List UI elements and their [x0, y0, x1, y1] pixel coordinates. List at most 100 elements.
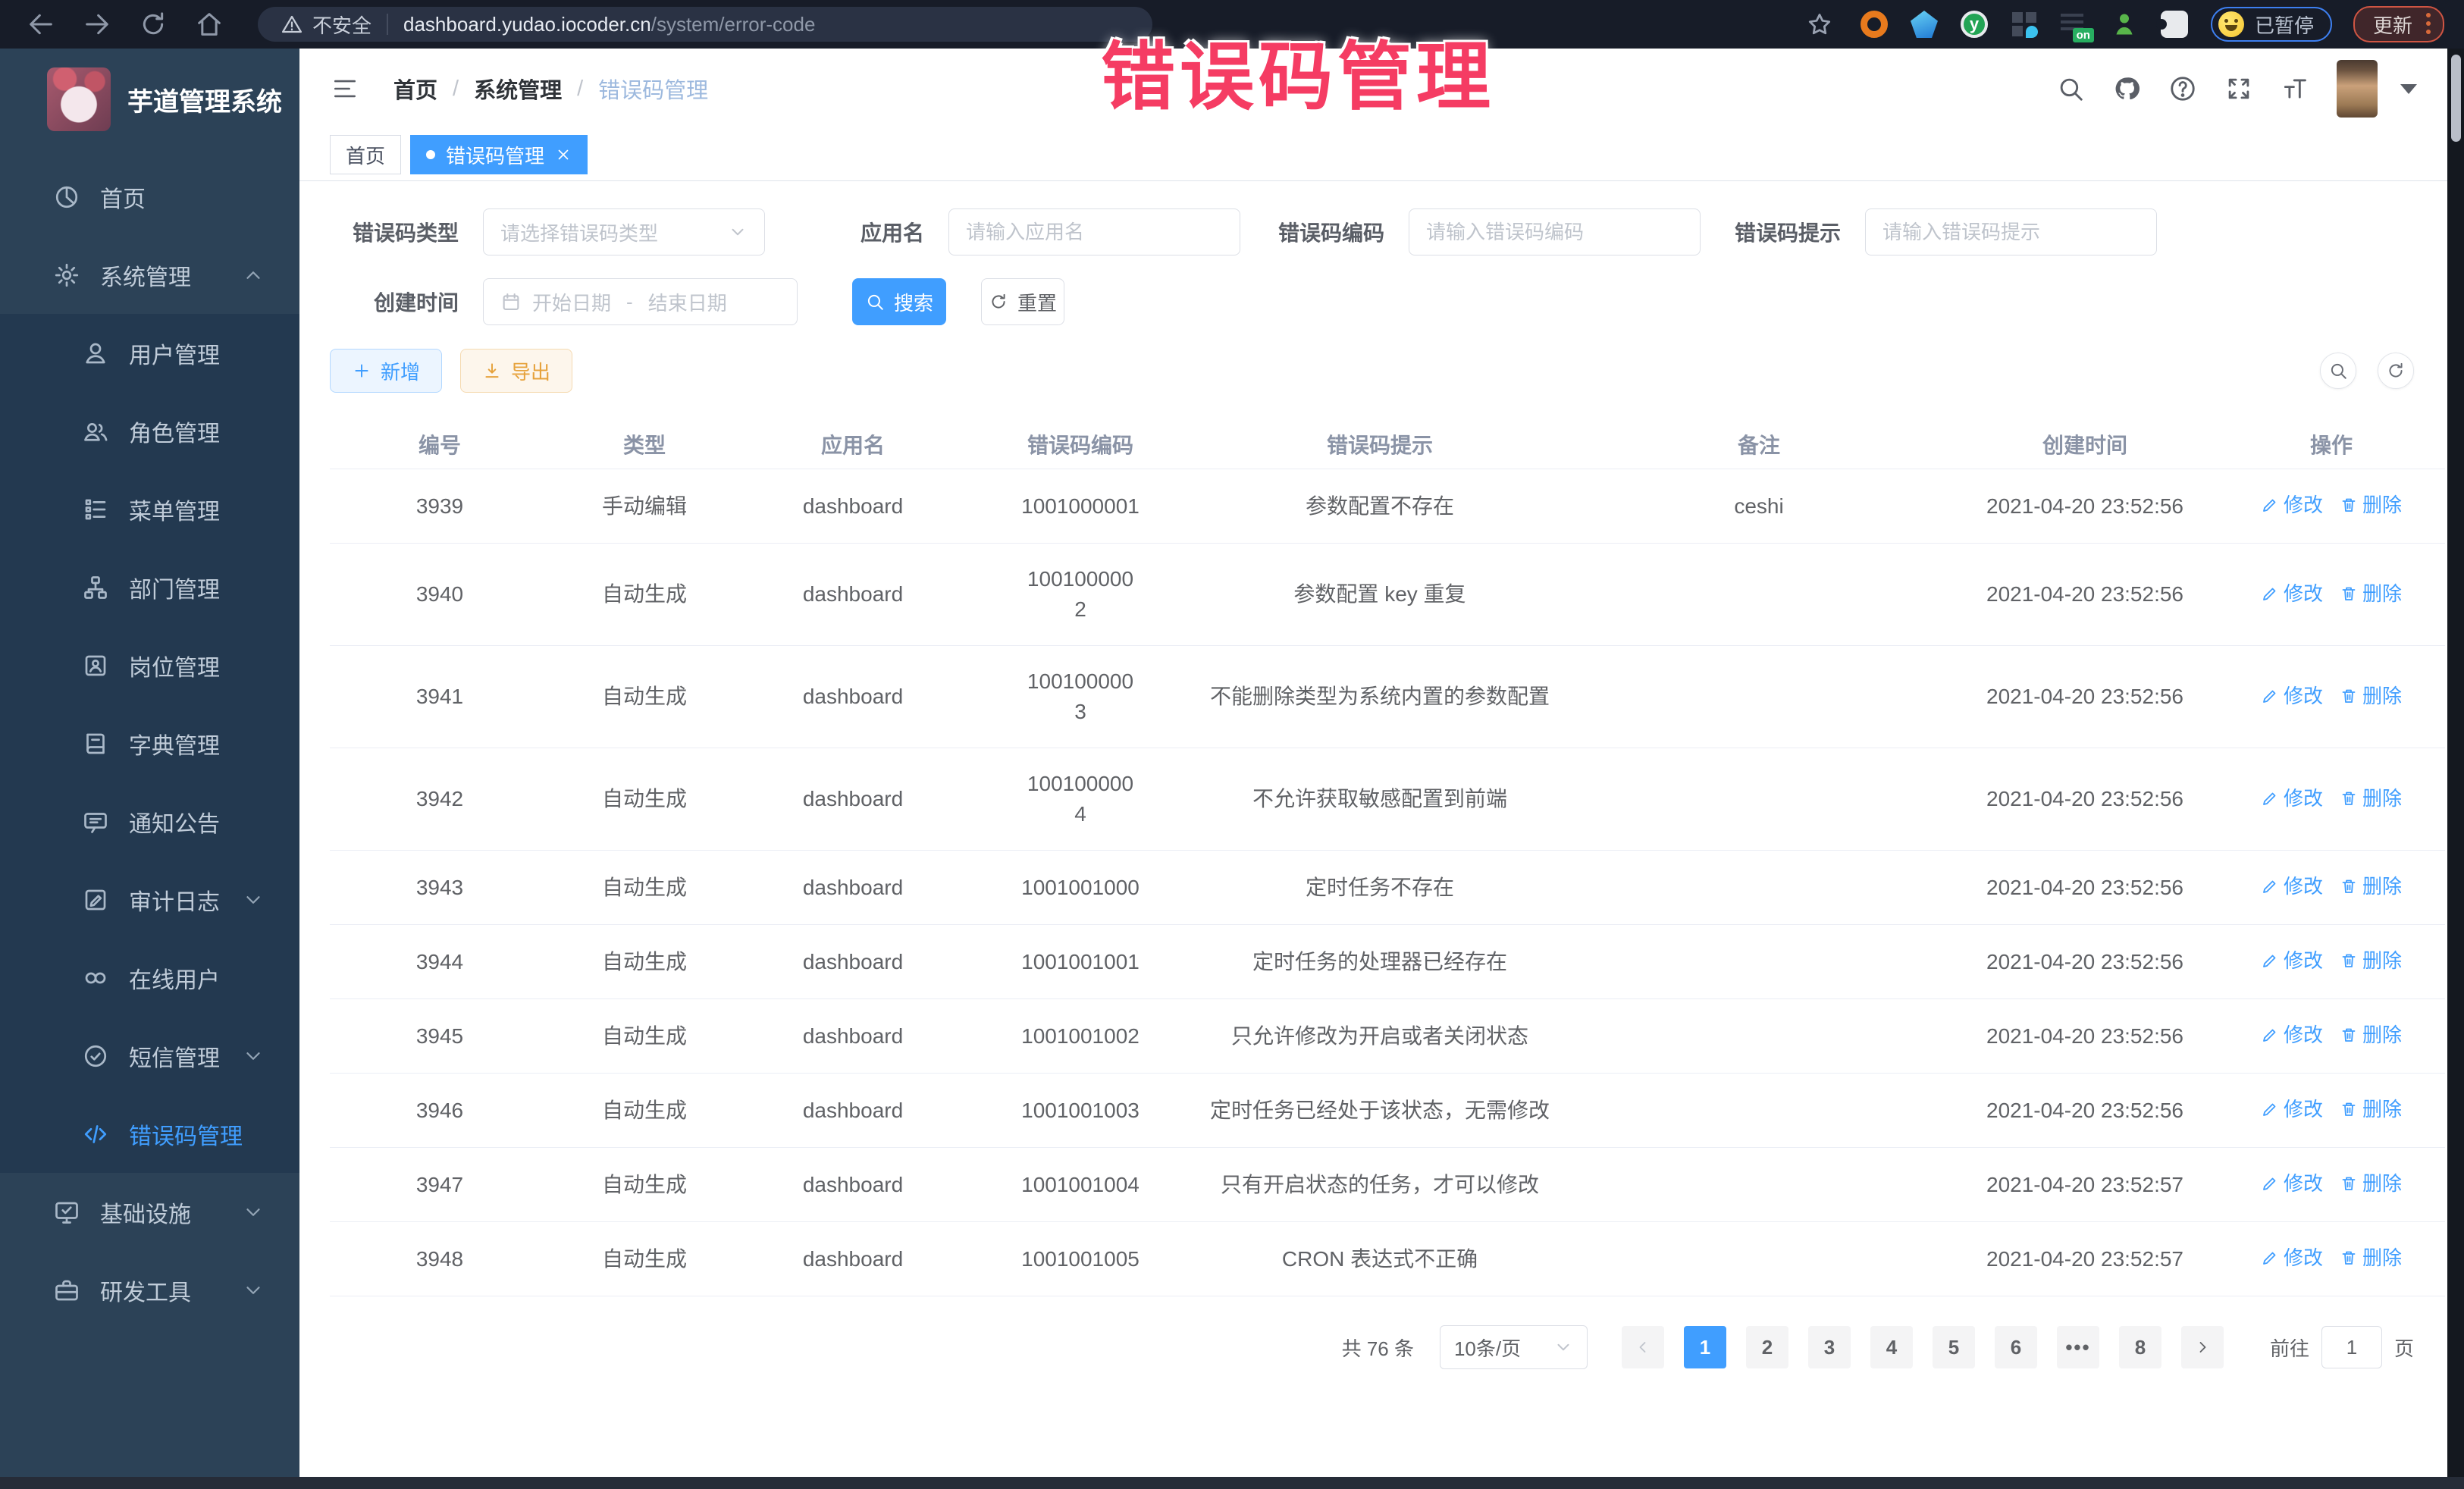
- extensions-puzzle-icon[interactable]: [2161, 11, 2188, 38]
- error-hint-input[interactable]: [1865, 208, 2157, 255]
- trash-icon: [2340, 585, 2358, 603]
- font-size-icon[interactable]: [2281, 74, 2309, 103]
- extension-blue-icon[interactable]: [1911, 11, 1938, 38]
- delete-link[interactable]: 删除: [2340, 945, 2402, 976]
- sidebar-item-code[interactable]: 错误码管理: [0, 1095, 299, 1173]
- prev-page-button[interactable]: [1622, 1326, 1664, 1368]
- fullscreen-icon[interactable]: [2224, 74, 2253, 103]
- sidebar-item-audit[interactable]: 审计日志: [0, 860, 299, 939]
- bookmark-star-icon[interactable]: [1806, 11, 1833, 38]
- edit-link[interactable]: 修改: [2261, 783, 2323, 813]
- edit-link[interactable]: 修改: [2261, 1243, 2323, 1273]
- sidebar-item-infra[interactable]: 基础设施: [0, 1173, 299, 1251]
- page-size-select[interactable]: 10条/页: [1440, 1325, 1588, 1369]
- kebab-menu-icon[interactable]: [2426, 13, 2431, 36]
- edit-link[interactable]: 修改: [2261, 1020, 2323, 1050]
- back-icon[interactable]: [26, 9, 56, 39]
- extension-orange-icon[interactable]: [1861, 11, 1888, 38]
- sidebar-item-dict[interactable]: 字典管理: [0, 704, 299, 782]
- sidebar-item-label: 研发工具: [100, 1274, 191, 1307]
- delete-link[interactable]: 删除: [2340, 681, 2402, 711]
- more-pages-button[interactable]: •••: [2057, 1326, 2099, 1368]
- extension-list-icon[interactable]: on: [2061, 11, 2088, 38]
- github-icon[interactable]: [2112, 74, 2141, 103]
- delete-link[interactable]: 删除: [2340, 1243, 2402, 1273]
- page-button-8[interactable]: 8: [2119, 1326, 2161, 1368]
- goto-page-input[interactable]: [2321, 1326, 2382, 1368]
- sidebar-item-dashboard[interactable]: 首页: [0, 158, 299, 236]
- breadcrumb-item[interactable]: 系统管理: [474, 73, 562, 105]
- sidebar-item-tools[interactable]: 研发工具: [0, 1251, 299, 1329]
- sidebar-item-sms[interactable]: 短信管理: [0, 1017, 299, 1095]
- hamburger-icon[interactable]: [330, 76, 360, 102]
- edit-link[interactable]: 修改: [2261, 578, 2323, 609]
- extension-green-y-icon[interactable]: [1961, 11, 1988, 38]
- reload-icon[interactable]: [138, 9, 168, 39]
- chevron-down-icon: [1553, 1337, 1573, 1357]
- reset-button[interactable]: 重置: [981, 278, 1064, 325]
- error-code-type-select[interactable]: 请选择错误码类型: [483, 208, 765, 255]
- edit-link[interactable]: 修改: [2261, 490, 2323, 520]
- browser-update-button[interactable]: 更新: [2353, 6, 2444, 42]
- page-button-1[interactable]: 1: [1684, 1326, 1726, 1368]
- page-button-5[interactable]: 5: [1933, 1326, 1975, 1368]
- trash-icon: [2340, 1100, 2358, 1118]
- sidebar-item-users[interactable]: 角色管理: [0, 392, 299, 470]
- edit-link[interactable]: 修改: [2261, 681, 2323, 711]
- toggle-search-button[interactable]: [2320, 353, 2356, 389]
- sidebar-item-notice[interactable]: 通知公告: [0, 782, 299, 860]
- sidebar-item-menu-tree[interactable]: 菜单管理: [0, 470, 299, 548]
- date-range-picker[interactable]: 开始日期 - 结束日期: [483, 278, 798, 325]
- sidebar-item-gear[interactable]: 系统管理: [0, 236, 299, 314]
- sidebar-item-user[interactable]: 用户管理: [0, 314, 299, 392]
- profile-paused-pill[interactable]: 已暂停: [2211, 7, 2332, 42]
- breadcrumb-item[interactable]: 首页: [393, 73, 437, 105]
- cell-type: 自动生成: [550, 559, 739, 630]
- app-logo[interactable]: 芋道管理系统: [0, 49, 299, 147]
- sidebar-item-post[interactable]: 岗位管理: [0, 626, 299, 704]
- extension-grid-icon[interactable]: [2011, 11, 2038, 38]
- address-bar[interactable]: 不安全 dashboard.yudao.iocoder.cn /system/e…: [258, 7, 1152, 42]
- edit-link[interactable]: 修改: [2261, 871, 2323, 901]
- search-icon[interactable]: [2056, 74, 2085, 103]
- tab-active[interactable]: 错误码管理: [410, 135, 588, 174]
- top-navbar: 首页/系统管理/错误码管理: [299, 49, 2447, 129]
- edit-link[interactable]: 修改: [2261, 1168, 2323, 1199]
- table-row: 3939手动编辑dashboard1001000001参数配置不存在ceshi2…: [330, 469, 2445, 544]
- tab-item[interactable]: 首页: [330, 135, 401, 174]
- page-button-4[interactable]: 4: [1870, 1326, 1913, 1368]
- search-button[interactable]: 搜索: [852, 278, 946, 325]
- page-button-6[interactable]: 6: [1995, 1326, 2037, 1368]
- cell-type: 自动生成: [550, 852, 739, 923]
- home-icon[interactable]: [194, 9, 224, 39]
- export-button[interactable]: 导出: [460, 349, 572, 393]
- cell-remark: [1566, 942, 1952, 983]
- sidebar-item-org[interactable]: 部门管理: [0, 548, 299, 626]
- page-button-3[interactable]: 3: [1808, 1326, 1851, 1368]
- extension-person-icon[interactable]: [2111, 11, 2138, 38]
- delete-link[interactable]: 删除: [2340, 490, 2402, 520]
- close-icon[interactable]: [555, 146, 572, 163]
- caret-down-icon[interactable]: [2400, 84, 2417, 94]
- delete-link[interactable]: 删除: [2340, 1020, 2402, 1050]
- add-button[interactable]: 新增: [330, 349, 442, 393]
- delete-link[interactable]: 删除: [2340, 578, 2402, 609]
- delete-link[interactable]: 删除: [2340, 871, 2402, 901]
- user-avatar[interactable]: [2337, 60, 2378, 118]
- error-code-input[interactable]: [1409, 208, 1701, 255]
- help-icon[interactable]: [2168, 74, 2197, 103]
- edit-link[interactable]: 修改: [2261, 1094, 2323, 1124]
- sidebar-item-online[interactable]: 在线用户: [0, 939, 299, 1017]
- delete-link[interactable]: 删除: [2340, 1094, 2402, 1124]
- scrollbar-thumb[interactable]: [2451, 55, 2461, 142]
- cell-actions: 修改删除: [2218, 763, 2445, 836]
- page-button-2[interactable]: 2: [1746, 1326, 1788, 1368]
- refresh-table-button[interactable]: [2378, 353, 2414, 389]
- app-name-input[interactable]: [948, 208, 1240, 255]
- forward-icon[interactable]: [82, 9, 112, 39]
- delete-link[interactable]: 删除: [2340, 783, 2402, 813]
- sidebar-item-label: 菜单管理: [129, 493, 220, 526]
- edit-link[interactable]: 修改: [2261, 945, 2323, 976]
- next-page-button[interactable]: [2181, 1326, 2224, 1368]
- delete-link[interactable]: 删除: [2340, 1168, 2402, 1199]
